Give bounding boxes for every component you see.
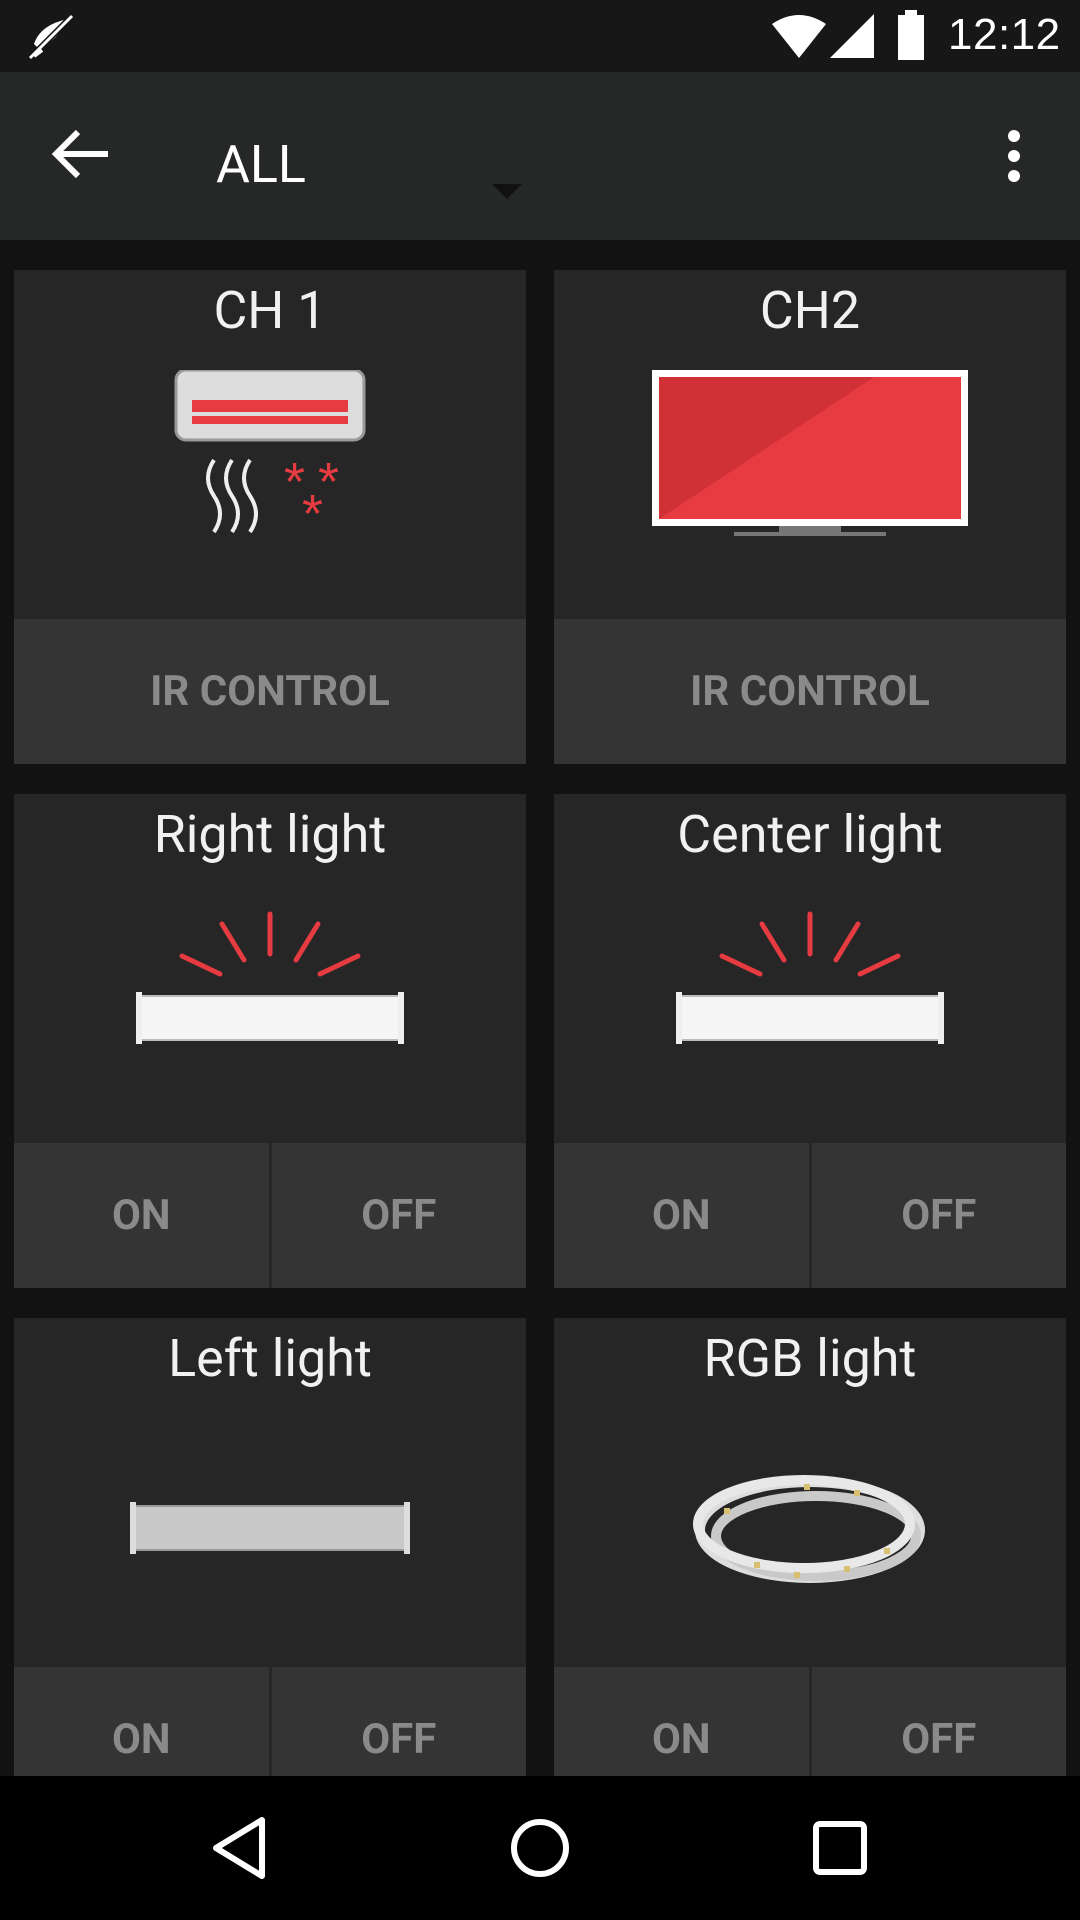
system-nav-bar: [0, 1776, 1080, 1920]
device-card-left-light: Left light ON OFF: [14, 1318, 526, 1776]
card-title: RGB light: [703, 1328, 917, 1389]
on-button[interactable]: ON: [14, 1143, 269, 1288]
card-actions: IR CONTROL: [554, 619, 1066, 764]
off-button[interactable]: OFF: [808, 1143, 1067, 1288]
on-button[interactable]: ON: [14, 1667, 269, 1776]
device-card-right-light: Right light ON OFF: [14, 794, 526, 1288]
card-actions: ON OFF: [554, 1667, 1066, 1776]
card-title: CH2: [759, 280, 861, 341]
nav-back-icon[interactable]: [200, 1808, 280, 1888]
on-button[interactable]: ON: [554, 1667, 809, 1776]
off-button[interactable]: OFF: [268, 1667, 527, 1776]
back-arrow-icon[interactable]: [48, 124, 120, 184]
wifi-icon: [772, 15, 826, 58]
cell-signal-icon: [830, 14, 874, 58]
battery-icon: [898, 10, 924, 60]
status-bar: 12:12: [0, 0, 1080, 72]
tube-light-on-icon: [136, 911, 404, 1044]
card-actions: ON OFF: [14, 1143, 526, 1288]
toolbar: ALL: [0, 72, 1080, 240]
card-title: CH 1: [213, 280, 327, 341]
on-button[interactable]: ON: [554, 1143, 809, 1288]
dropdown-arrow-icon: [492, 184, 522, 199]
card-title: Right light: [153, 804, 387, 865]
ir-control-button[interactable]: IR CONTROL: [14, 619, 526, 764]
tube-light-on-icon: [676, 911, 944, 1044]
device-card-ch2: CH2 IR CONTROL: [554, 270, 1066, 764]
device-card-center-light: Center light ON OFF: [554, 794, 1066, 1288]
tube-light-off-icon: [130, 1502, 410, 1554]
notifications-off-icon: [27, 13, 75, 61]
led-strip-icon: [693, 1475, 925, 1583]
off-button[interactable]: OFF: [268, 1143, 527, 1288]
more-options-icon[interactable]: [990, 124, 1038, 188]
card-title: Center light: [677, 804, 943, 865]
television-icon: [652, 370, 968, 536]
card-actions: ON OFF: [554, 1143, 1066, 1288]
nav-home-icon[interactable]: [500, 1808, 580, 1888]
filter-dropdown[interactable]: ALL: [200, 112, 540, 202]
svg-text:*: *: [302, 484, 323, 544]
card-actions: IR CONTROL: [14, 619, 526, 764]
card-title: Left light: [168, 1328, 372, 1389]
filter-label: ALL: [216, 134, 306, 195]
device-card-rgb-light: RGB light ON OFF: [554, 1318, 1066, 1776]
off-button[interactable]: OFF: [808, 1667, 1067, 1776]
nav-recents-icon[interactable]: [800, 1808, 880, 1888]
ir-control-button[interactable]: IR CONTROL: [554, 619, 1066, 764]
air-conditioner-icon: * * *: [174, 370, 366, 544]
device-grid: CH 1 * * * IR CONTROL CH2 IR CONTROL Rig…: [0, 240, 1080, 1776]
status-time: 12:12: [948, 10, 1061, 59]
device-card-ch1: CH 1 * * * IR CONTROL: [14, 270, 526, 764]
card-actions: ON OFF: [14, 1667, 526, 1776]
